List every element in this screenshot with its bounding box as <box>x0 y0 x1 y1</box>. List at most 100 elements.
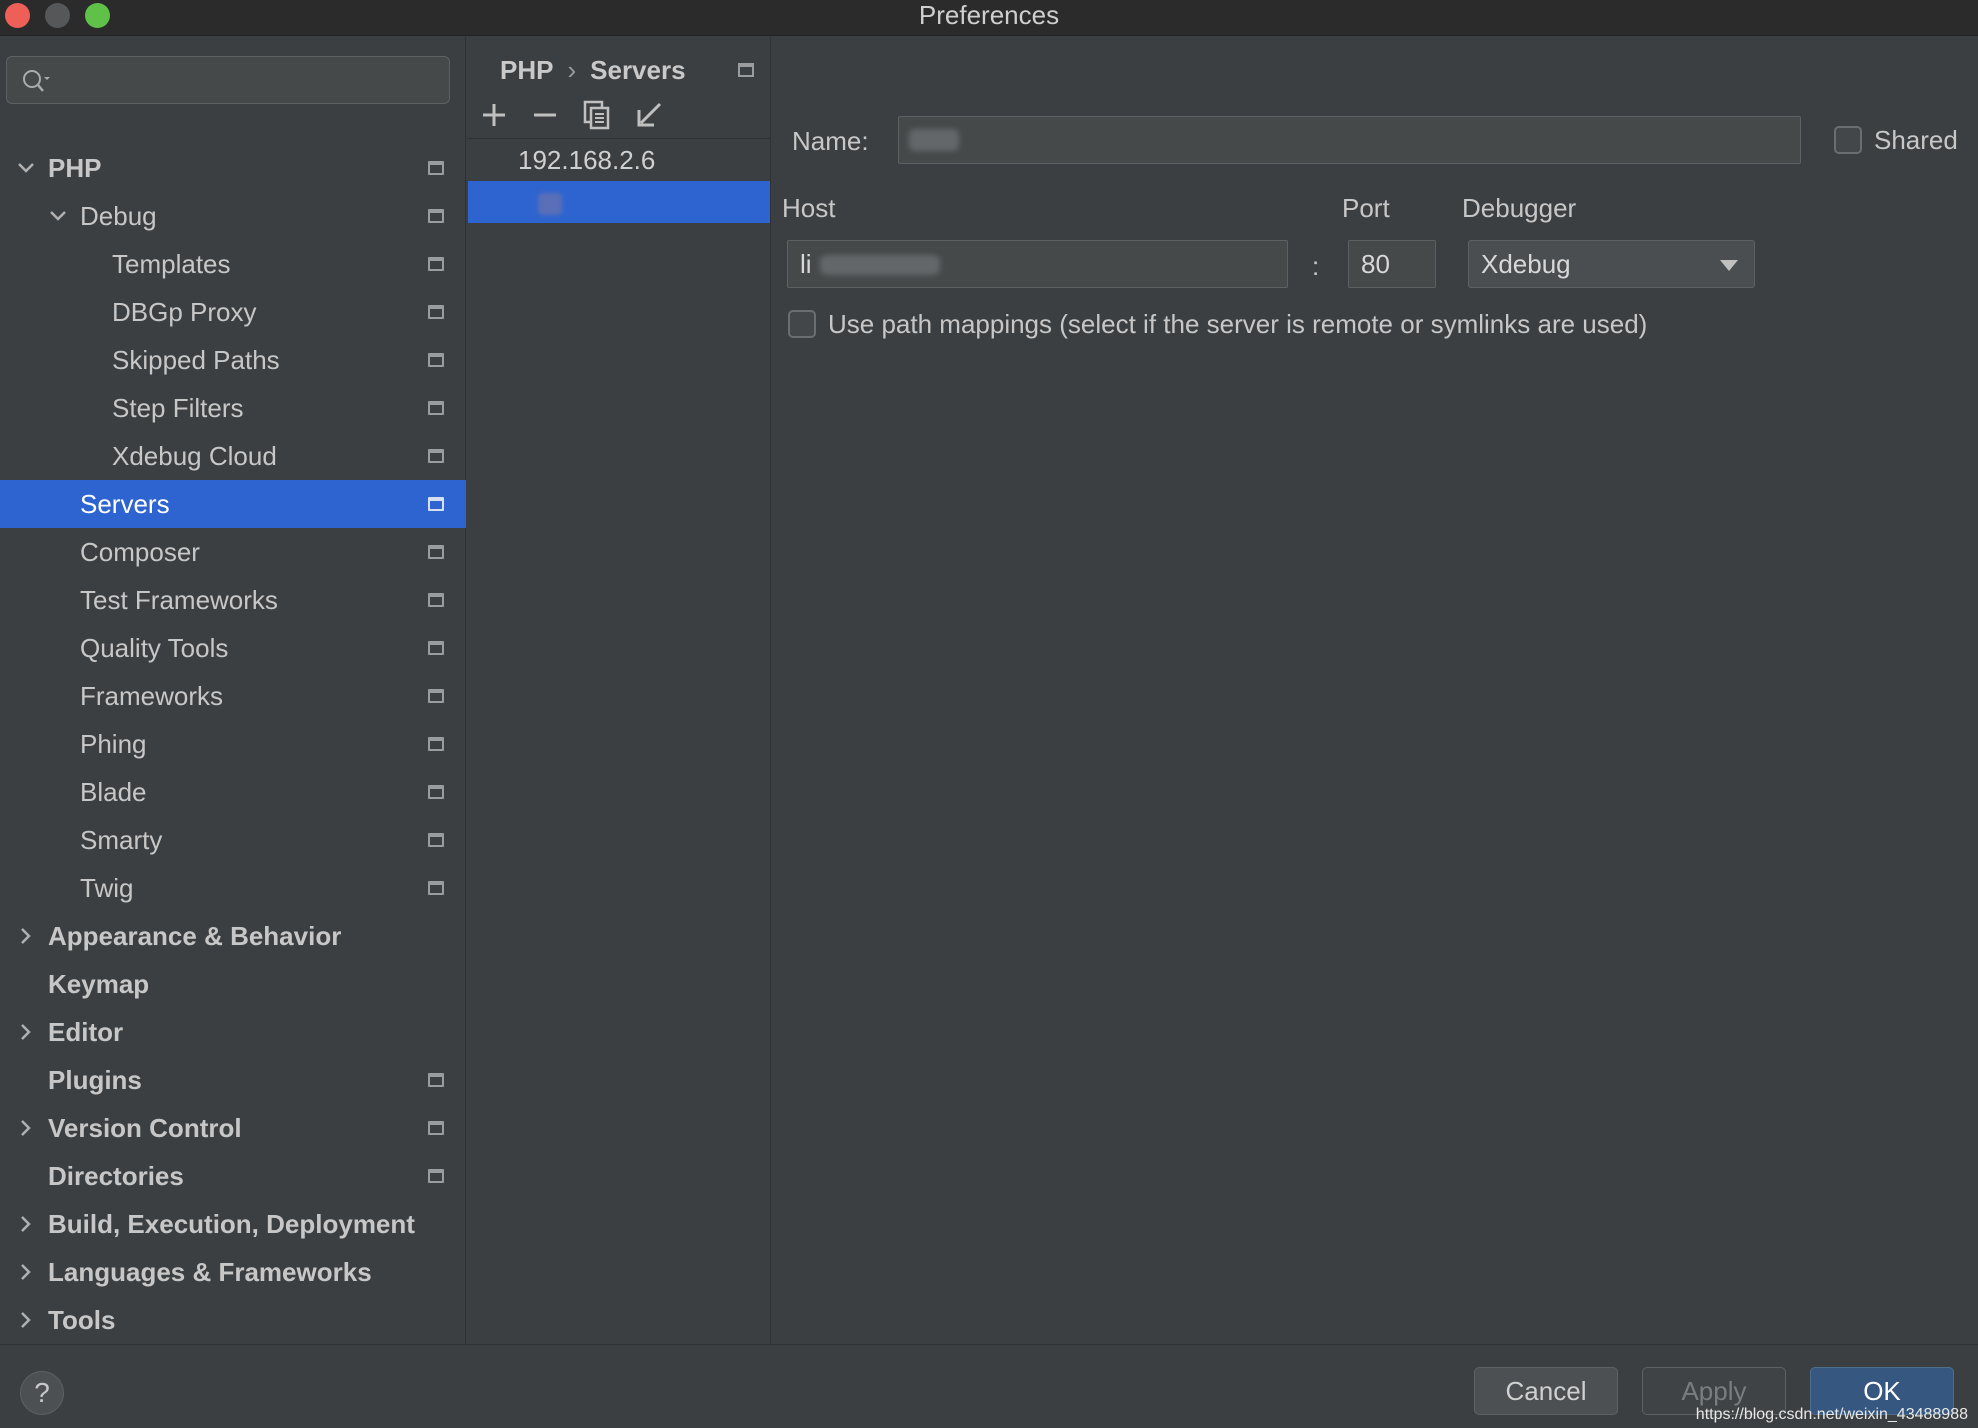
remove-icon[interactable] <box>528 98 562 132</box>
sidebar-item-php[interactable]: PHP <box>0 144 466 192</box>
server-list-item-selected[interactable] <box>468 181 770 223</box>
sidebar-item-build-execution-deployment[interactable]: Build, Execution, Deployment <box>0 1200 466 1248</box>
sidebar-item-label: Directories <box>48 1161 184 1191</box>
sidebar-item-label: Version Control <box>48 1113 242 1143</box>
sidebar-item-label: Appearance & Behavior <box>48 921 342 951</box>
project-level-icon <box>428 545 444 559</box>
help-button[interactable]: ? <box>20 1371 64 1415</box>
sidebar-item-tools[interactable]: Tools <box>0 1296 466 1344</box>
project-level-icon <box>428 641 444 655</box>
shared-label: Shared <box>1874 125 1958 155</box>
add-icon[interactable] <box>477 98 511 132</box>
settings-search-input[interactable] <box>6 56 450 104</box>
chevron-right-icon[interactable] <box>16 912 36 960</box>
sidebar-item-smarty[interactable]: Smarty <box>0 816 466 864</box>
project-level-icon <box>428 497 444 511</box>
sidebar-item-test-frameworks[interactable]: Test Frameworks <box>0 576 466 624</box>
sidebar-item-label: Plugins <box>48 1065 142 1095</box>
port-input[interactable]: 80 <box>1348 240 1436 288</box>
sidebar-item-twig[interactable]: Twig <box>0 864 466 912</box>
sidebar-item-quality-tools[interactable]: Quality Tools <box>0 624 466 672</box>
sidebar-item-label: Debug <box>80 201 157 231</box>
sidebar-item-servers[interactable]: Servers <box>0 480 466 528</box>
chevron-down-icon[interactable] <box>48 192 68 240</box>
shared-checkbox[interactable] <box>1834 126 1862 154</box>
server-name: 192.168.2.6 <box>518 145 656 175</box>
sidebar-item-label: Servers <box>80 489 170 519</box>
project-level-icon <box>428 1169 444 1183</box>
sidebar-item-languages-frameworks[interactable]: Languages & Frameworks <box>0 1248 466 1296</box>
host-input[interactable]: li <box>787 240 1288 288</box>
chevron-down-icon[interactable] <box>16 144 36 192</box>
sidebar-item-xdebug-cloud[interactable]: Xdebug Cloud <box>0 432 466 480</box>
watermark-text: https://blog.csdn.net/weixin_43488988 <box>1695 1406 1968 1423</box>
redacted-text <box>538 193 562 215</box>
sidebar-item-plugins[interactable]: Plugins <box>0 1056 466 1104</box>
project-level-icon <box>428 449 444 463</box>
sidebar-item-skipped-paths[interactable]: Skipped Paths <box>0 336 466 384</box>
host-port-separator: : <box>1312 251 1320 281</box>
project-level-icon <box>428 353 444 367</box>
chevron-down-icon <box>1720 260 1738 271</box>
sidebar-item-label: Editor <box>48 1017 124 1047</box>
project-level-icon <box>428 593 444 607</box>
host-label: Host <box>782 193 836 223</box>
use-path-mappings-checkbox[interactable] <box>788 310 816 338</box>
sidebar-item-templates[interactable]: Templates <box>0 240 466 288</box>
sidebar-item-version-control[interactable]: Version Control <box>0 1104 466 1152</box>
search-icon <box>23 70 50 92</box>
sidebar-item-step-filters[interactable]: Step Filters <box>0 384 466 432</box>
project-level-icon <box>428 257 444 271</box>
sidebar-item-label: Frameworks <box>80 681 224 711</box>
sidebar-item-appearance-behavior[interactable]: Appearance & Behavior <box>0 912 466 960</box>
port-label: Port <box>1342 193 1390 223</box>
window-title: Preferences <box>918 0 1060 30</box>
chevron-right-icon[interactable] <box>16 1104 36 1152</box>
sidebar-item-label: Twig <box>80 873 134 903</box>
name-label: Name: <box>792 126 869 156</box>
dialog-button-bar: ? Cancel Apply OK https://blog.csdn.net/… <box>0 1344 1978 1428</box>
breadcrumb-current: Servers <box>590 55 686 85</box>
chevron-right-icon[interactable] <box>16 1248 36 1296</box>
sidebar-item-composer[interactable]: Composer <box>0 528 466 576</box>
sidebar-item-label: Xdebug Cloud <box>112 441 277 471</box>
sidebar-item-keymap[interactable]: Keymap <box>0 960 466 1008</box>
name-input[interactable] <box>898 116 1801 164</box>
project-level-icon <box>428 305 444 319</box>
breadcrumb-separator: › <box>567 55 577 85</box>
chevron-right-icon[interactable] <box>16 1296 36 1344</box>
sidebar-item-directories[interactable]: Directories <box>0 1152 466 1200</box>
breadcrumb: PHP › Servers <box>500 50 686 90</box>
chevron-right-icon[interactable] <box>16 1008 36 1056</box>
sidebar-item-label: DBGp Proxy <box>112 297 257 327</box>
project-level-icon <box>738 63 754 77</box>
chevron-right-icon[interactable] <box>16 1200 36 1248</box>
project-level-icon <box>428 209 444 223</box>
project-level-icon <box>428 1073 444 1087</box>
copy-icon[interactable] <box>580 98 614 132</box>
sidebar-item-editor[interactable]: Editor <box>0 1008 466 1056</box>
sidebar-item-label: Build, Execution, Deployment <box>48 1209 415 1239</box>
sidebar-item-label: Tools <box>48 1305 116 1335</box>
sidebar-item-label: Keymap <box>48 969 150 999</box>
sidebar-item-dbgp-proxy[interactable]: DBGp Proxy <box>0 288 466 336</box>
import-icon[interactable] <box>632 98 666 132</box>
breadcrumb-parent[interactable]: PHP <box>500 55 553 85</box>
preferences-window: Preferences PHP Debug Templates DBGp Proxy S… <box>0 0 1978 1428</box>
debugger-select[interactable]: Xdebug <box>1468 240 1755 288</box>
sidebar-item-label: Phing <box>80 729 147 759</box>
sidebar-item-blade[interactable]: Blade <box>0 768 466 816</box>
project-level-icon <box>428 785 444 799</box>
project-level-icon <box>428 881 444 895</box>
sidebar-item-debug[interactable]: Debug <box>0 192 466 240</box>
sidebar-item-label: PHP <box>48 153 102 183</box>
cancel-button[interactable]: Cancel <box>1474 1367 1618 1415</box>
server-list-item[interactable]: 192.168.2.6 <box>468 139 770 181</box>
sidebar-item-label: Test Frameworks <box>80 585 278 615</box>
sidebar-item-phing[interactable]: Phing <box>0 720 466 768</box>
sidebar-item-label: Languages & Frameworks <box>48 1257 372 1287</box>
sidebar-item-label: Composer <box>80 537 200 567</box>
project-level-icon <box>428 161 444 175</box>
sidebar-item-frameworks[interactable]: Frameworks <box>0 672 466 720</box>
project-level-icon <box>428 401 444 415</box>
